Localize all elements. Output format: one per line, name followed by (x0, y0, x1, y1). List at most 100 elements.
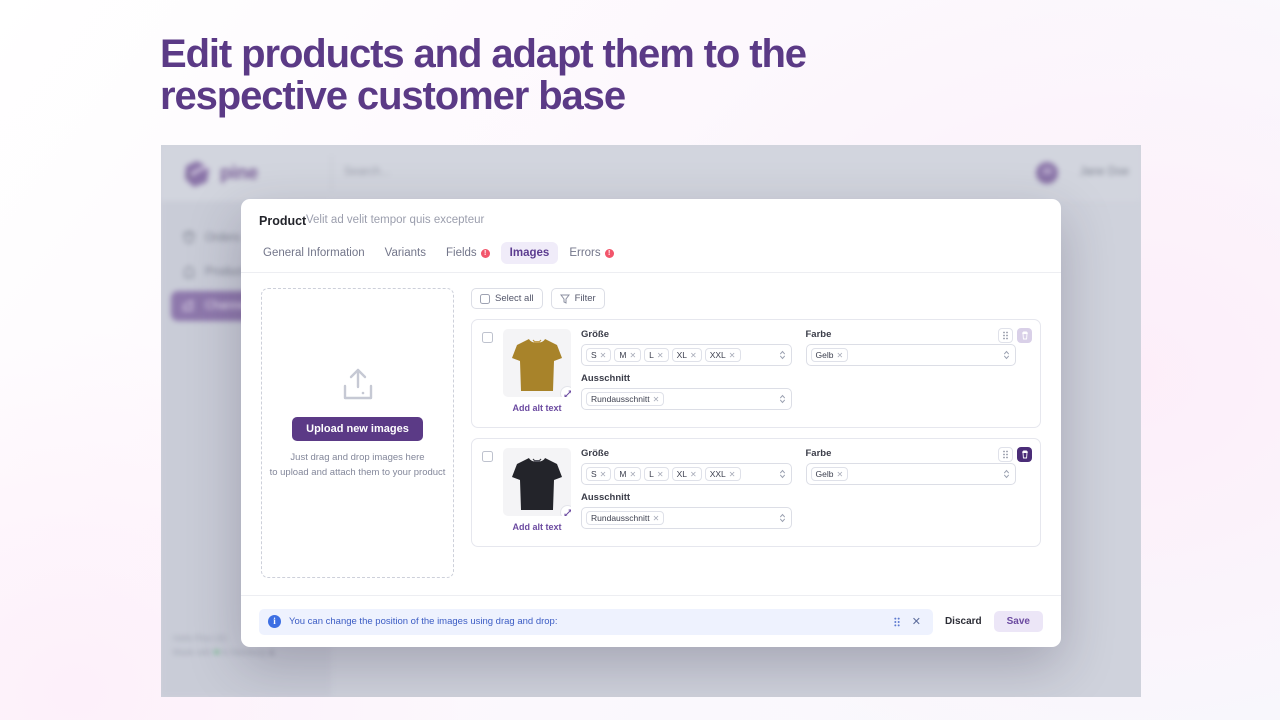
bag-icon (183, 231, 195, 243)
user-name[interactable]: Jane Doe (1080, 166, 1129, 178)
chip-remove-icon[interactable]: ✕ (629, 470, 636, 479)
discard-button[interactable]: Discard (945, 616, 982, 627)
chip[interactable]: XXL ✕ (704, 348, 741, 362)
close-icon[interactable]: ✕ (909, 615, 924, 628)
chip[interactable]: M ✕ (614, 467, 642, 481)
chip-remove-icon[interactable]: ✕ (690, 351, 697, 360)
stepper-icon[interactable] (779, 350, 786, 361)
page-title-line-2: respective customer base (160, 73, 626, 118)
page-title-line-1: Edit products and adapt them to the (160, 32, 807, 76)
table-row[interactable]: Add alt text Größe S ✕ M ✕ L ✕ XL ✕ XXL ✕ (471, 319, 1041, 428)
chip[interactable]: S ✕ (586, 348, 612, 362)
dropzone-hint: Just drag and drop images here to upload… (270, 451, 446, 480)
field-ausschnitt: Ausschnitt Rundausschnitt ✕ (581, 373, 806, 417)
chip-remove-icon[interactable]: ✕ (836, 470, 843, 479)
chip-input-ausschnitt[interactable]: Rundausschnitt ✕ (581, 388, 792, 410)
app-window: pine Search... JD Jane Doe Orders Produc… (161, 145, 1141, 697)
grip-icon (1003, 450, 1008, 459)
expand-image-button[interactable] (560, 386, 571, 397)
product-image[interactable] (503, 329, 571, 397)
search-input[interactable]: Search... (344, 166, 390, 178)
chip[interactable]: Rundausschnitt ✕ (586, 511, 665, 525)
row-checkbox[interactable] (482, 332, 493, 343)
chip[interactable]: Gelb ✕ (810, 348, 849, 362)
stepper-icon[interactable] (779, 394, 786, 405)
row-checkbox[interactable] (482, 451, 493, 462)
add-alt-text-link[interactable]: Add alt text (503, 403, 571, 413)
chip[interactable]: L ✕ (644, 348, 669, 362)
field-groesse: Größe S ✕ M ✕ L ✕ XL ✕ XXL ✕ (581, 329, 806, 373)
checkbox-icon (480, 293, 490, 304)
chip[interactable]: XXL ✕ (704, 467, 741, 481)
upload-new-images-button[interactable]: Upload new images (292, 417, 423, 441)
info-banner: You can change the position of the image… (259, 608, 933, 635)
chip[interactable]: Rundausschnitt ✕ (586, 392, 665, 406)
sidebar-item-label: Orders (205, 232, 241, 244)
field-label: Größe (581, 329, 609, 340)
chip-remove-icon[interactable]: ✕ (653, 395, 660, 404)
chip[interactable]: XL ✕ (671, 348, 702, 362)
tab-images[interactable]: Images (500, 242, 559, 264)
tab-variants[interactable]: Variants (376, 242, 435, 264)
field-farbe: Farbe Gelb ✕ (805, 448, 1031, 492)
chip-remove-icon[interactable]: ✕ (690, 470, 697, 479)
add-alt-text-link[interactable]: Add alt text (503, 522, 571, 532)
trash-icon (1021, 331, 1028, 340)
stepper-icon[interactable] (1003, 469, 1010, 480)
drag-handle[interactable] (998, 447, 1013, 462)
modal-tabs: General Information Variants Fields Imag… (254, 242, 623, 264)
stepper-icon[interactable] (779, 513, 786, 524)
chip[interactable]: M ✕ (614, 348, 642, 362)
chip-remove-icon[interactable]: ✕ (653, 514, 660, 523)
save-button[interactable]: Save (993, 611, 1043, 632)
footer-made-with: Made with ♥ in Hamburg ♟ (173, 646, 276, 657)
chip[interactable]: XL ✕ (671, 467, 702, 481)
chip-remove-icon[interactable]: ✕ (657, 470, 664, 479)
tab-label: General Information (263, 247, 365, 259)
chip-remove-icon[interactable]: ✕ (629, 351, 636, 360)
delete-image-button[interactable] (1017, 328, 1032, 343)
chip[interactable]: S ✕ (586, 467, 612, 481)
drag-handle[interactable] (998, 328, 1013, 343)
tab-fields[interactable]: Fields (437, 242, 499, 264)
table-row[interactable]: Add alt text Größe S ✕ M ✕ L ✕ XL ✕ XXL ✕ (471, 438, 1041, 547)
chip-remove-icon[interactable]: ✕ (600, 470, 607, 479)
product-modal: Product Velit ad velit tempor quis excep… (241, 199, 1061, 647)
chip-remove-icon[interactable]: ✕ (836, 351, 843, 360)
row-actions (998, 328, 1032, 343)
modal-title: Product (259, 214, 307, 228)
channel-icon (183, 300, 193, 311)
chip-input-ausschnitt[interactable]: Rundausschnitt ✕ (581, 507, 792, 529)
chip-remove-icon[interactable]: ✕ (729, 470, 736, 479)
product-image[interactable] (503, 448, 571, 516)
stepper-icon[interactable] (1003, 350, 1010, 361)
tab-general-information[interactable]: General Information (254, 242, 374, 264)
row-actions (998, 447, 1032, 462)
filter-icon (559, 294, 570, 304)
stepper-icon[interactable] (779, 469, 786, 480)
filter-button[interactable]: Filter (550, 288, 605, 309)
avatar-initials: JD (1041, 167, 1053, 176)
thumbnail-cell: Add alt text (503, 329, 571, 417)
delete-image-button[interactable] (1017, 447, 1032, 462)
field-groesse: Größe S ✕ M ✕ L ✕ XL ✕ XXL ✕ (581, 448, 806, 492)
chip-input-groesse[interactable]: S ✕ M ✕ L ✕ XL ✕ XXL ✕ (581, 344, 792, 366)
select-all-button[interactable]: Select all (471, 288, 543, 309)
chip-remove-icon[interactable]: ✕ (657, 351, 664, 360)
chip-input-farbe[interactable]: Gelb ✕ (805, 344, 1016, 366)
chip-remove-icon[interactable]: ✕ (600, 351, 607, 360)
chip[interactable]: L ✕ (644, 467, 669, 481)
field-label: Farbe (805, 329, 832, 340)
chip-input-groesse[interactable]: S ✕ M ✕ L ✕ XL ✕ XXL ✕ (581, 463, 792, 485)
chip[interactable]: Gelb ✕ (810, 467, 849, 481)
chip-input-farbe[interactable]: Gelb ✕ (805, 463, 1016, 485)
field-farbe: Farbe Gelb ✕ (805, 329, 1031, 373)
tab-label: Errors (569, 247, 601, 259)
image-dropzone[interactable]: Upload new images Just drag and drop ima… (261, 288, 454, 578)
expand-image-button[interactable] (560, 505, 571, 516)
tag-icon (184, 266, 194, 278)
chip-remove-icon[interactable]: ✕ (729, 351, 736, 360)
tab-label: Fields (445, 247, 477, 259)
tab-errors[interactable]: Errors (560, 242, 622, 264)
brand-name: pine (220, 163, 258, 184)
